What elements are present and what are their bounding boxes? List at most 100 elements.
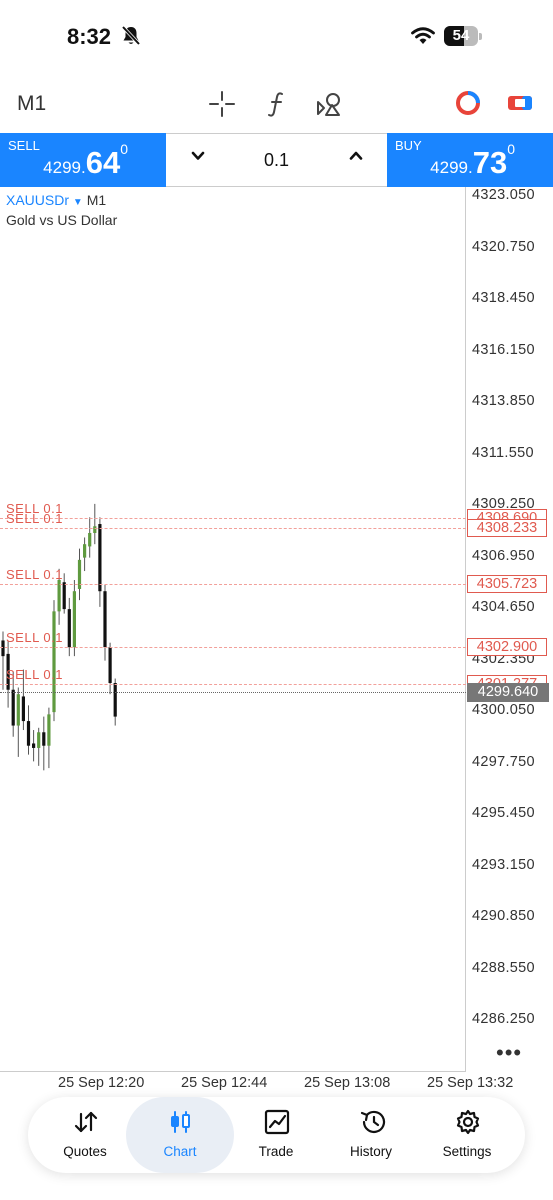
order-line[interactable] — [0, 517, 466, 519]
price-axis-tick: 4286.250 — [472, 1011, 535, 1027]
time-axis-tick: 25 Sep 13:08 — [304, 1075, 391, 1091]
candle-body — [32, 743, 36, 748]
price-axis-tick: 4311.550 — [472, 444, 534, 461]
candle-body — [26, 721, 31, 746]
candle — [42, 716, 46, 771]
order-price-label: 4305.723 — [467, 574, 547, 593]
candle — [52, 600, 56, 722]
tab-trade-label: Trade — [258, 1144, 294, 1159]
chevron-up-icon[interactable] — [346, 146, 366, 166]
sell-button[interactable]: SELL 4299.640 — [0, 133, 166, 187]
drawing-objects-icon[interactable] — [315, 90, 345, 118]
bid-price-label: 4299.640 — [467, 683, 549, 702]
more-options-icon[interactable]: ••• — [496, 1040, 522, 1066]
trade-chart-icon — [264, 1109, 290, 1135]
price-axis-tick: 4323.050 — [472, 187, 535, 203]
tab-trade[interactable]: Trade — [227, 1097, 325, 1173]
candle — [93, 503, 97, 545]
candle — [16, 687, 20, 757]
candlestick-series — [1, 503, 117, 771]
status-bar: 8:32 54 — [0, 0, 553, 76]
candlestick-chart-icon — [171, 1111, 190, 1133]
candle — [26, 705, 31, 755]
price-axis-tick: 4300.050 — [472, 702, 535, 718]
tab-chart[interactable]: Chart — [126, 1097, 234, 1173]
candle-body — [11, 689, 15, 726]
candle — [72, 580, 76, 657]
order-label: SELL 0.1 — [6, 510, 64, 526]
order-price-label: 4302.900 — [467, 638, 547, 657]
time-axis-tick: 25 Sep 13:32 — [427, 1075, 514, 1091]
candle-body — [72, 591, 76, 648]
price-axis-tick: 4320.750 — [472, 238, 535, 255]
candle — [98, 517, 102, 607]
candle — [77, 548, 82, 601]
candle-body — [62, 582, 66, 610]
gear-icon — [456, 1109, 480, 1135]
candle-body — [113, 683, 117, 717]
candle-body — [88, 532, 92, 547]
price-axis-tick: 4288.550 — [472, 959, 535, 976]
candle-body — [47, 714, 51, 746]
order-line[interactable] — [0, 647, 466, 649]
timeframe-button[interactable]: M1 — [17, 92, 46, 116]
order-price-label: 4308.233 — [467, 518, 547, 537]
candle — [47, 707, 51, 769]
price-axis-tick: 4313.850 — [472, 393, 535, 409]
one-click-trade-panel: SELL 4299.640 0.1 BUY 4299.730 — [0, 133, 553, 187]
candle — [62, 573, 66, 614]
candle-body — [37, 732, 41, 748]
order-line[interactable] — [0, 583, 466, 585]
buy-button[interactable]: BUY 4299.730 — [387, 133, 553, 187]
price-axis-tick: 4318.450 — [472, 290, 535, 306]
order-label: SELL 0.1 — [6, 666, 64, 682]
candle — [103, 584, 107, 661]
tab-settings[interactable]: Settings — [418, 1097, 516, 1173]
time-axis-tick: 25 Sep 12:20 — [58, 1075, 145, 1091]
candle-body — [67, 609, 71, 648]
price-axis-tick: 4306.950 — [472, 547, 535, 564]
candle-body — [52, 611, 56, 713]
tab-chart-label: Chart — [163, 1144, 197, 1159]
order-label: SELL 0.1 — [6, 566, 64, 582]
candle — [37, 727, 41, 766]
candle-body — [98, 524, 102, 592]
order-line[interactable] — [0, 527, 466, 529]
order-line[interactable] — [0, 683, 466, 685]
chart-toolbar: M1 — [0, 80, 553, 130]
sell-price: 4299.640 — [43, 141, 128, 180]
candle-body — [83, 544, 87, 558]
tab-history-label: History — [349, 1144, 392, 1159]
wifi-icon — [411, 27, 435, 44]
trade-panel-toggle-icon[interactable] — [506, 90, 534, 116]
quotes-sort-icon — [74, 1111, 98, 1133]
buy-label: BUY — [395, 138, 422, 153]
tab-quotes-label: Quotes — [63, 1144, 107, 1159]
candle — [83, 537, 87, 572]
tab-settings-label: Settings — [442, 1144, 492, 1159]
tab-quotes[interactable]: Quotes — [36, 1097, 134, 1173]
status-time: 8:32 — [67, 24, 112, 49]
bottom-navigation: Quotes Chart Trade History Settings — [28, 1097, 525, 1173]
indicators-icon[interactable] — [265, 90, 289, 118]
price-axis-tick: 4304.650 — [472, 599, 535, 615]
one-click-trading-icon[interactable] — [455, 90, 481, 116]
candle — [32, 730, 36, 762]
candle — [108, 642, 112, 695]
candle-body — [108, 647, 112, 684]
crosshair-icon[interactable] — [208, 90, 236, 118]
sell-label: SELL — [8, 138, 40, 153]
order-label: SELL 0.1 — [6, 630, 64, 646]
time-axis-tick: 25 Sep 12:44 — [181, 1075, 268, 1091]
battery-icon: 54 — [444, 26, 484, 48]
candle-body — [103, 591, 107, 648]
candle — [11, 671, 15, 737]
price-axis-tick: 4290.850 — [472, 908, 535, 924]
candle-body — [1, 640, 5, 657]
tab-history[interactable]: History — [322, 1097, 420, 1173]
candle-body — [21, 696, 25, 722]
history-icon — [360, 1110, 386, 1134]
candle — [88, 517, 92, 558]
bid-price-line — [0, 692, 466, 693]
lot-size-control: 0.1 — [166, 133, 387, 187]
